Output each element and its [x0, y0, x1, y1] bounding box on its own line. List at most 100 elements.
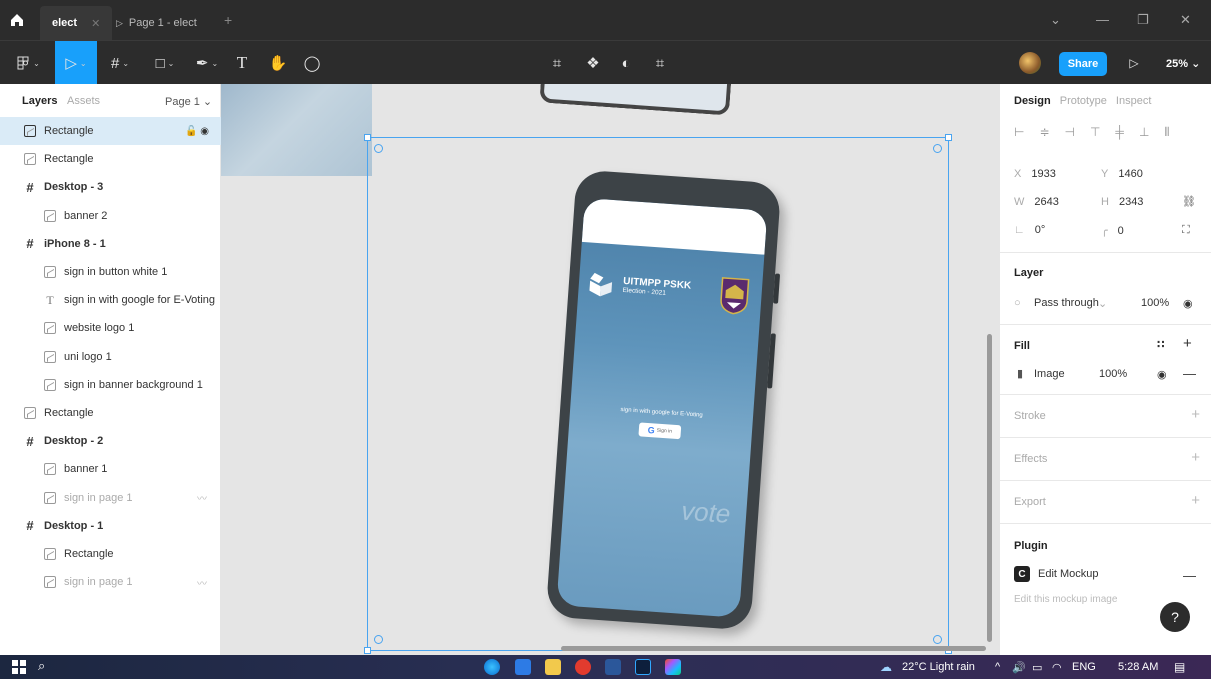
layer-row[interactable]: sign in button white 1: [0, 258, 221, 286]
tab-prototype-page[interactable]: ▷ Page 1 - elect: [104, 6, 209, 40]
align-left-icon[interactable]: ⊢: [1014, 125, 1024, 140]
tab-prototype[interactable]: Prototype: [1060, 95, 1107, 107]
layer-row[interactable]: Rectangle: [0, 399, 221, 427]
resize-handle-top-right[interactable]: [945, 134, 952, 141]
align-bottom-icon[interactable]: ⊥: [1139, 125, 1149, 140]
comment-tool-button[interactable]: ◯: [300, 41, 324, 85]
tab-layers[interactable]: Layers: [22, 95, 57, 107]
layer-row[interactable]: Rectangle: [0, 145, 221, 173]
vertical-scrollbar[interactable]: [987, 334, 992, 642]
resize-handle-bottom-left[interactable]: [364, 647, 371, 654]
minimize-icon[interactable]: —: [1096, 12, 1109, 27]
page-selector[interactable]: Page 1 ⌄: [165, 95, 212, 108]
zoom-dropdown[interactable]: 25% ⌄: [1166, 57, 1200, 70]
search-icon[interactable]: ⌕: [38, 658, 45, 674]
share-button[interactable]: Share: [1059, 52, 1107, 76]
y-position-field[interactable]: Y 1460: [1101, 168, 1143, 180]
distribute-icon[interactable]: ⫴: [1164, 125, 1169, 140]
constrain-proportions-icon[interactable]: ⛓: [1182, 195, 1196, 208]
tab-design[interactable]: Design: [1014, 95, 1051, 107]
layer-row[interactable]: # Desktop - 2: [0, 427, 221, 455]
rotation-field[interactable]: ∟ 0°: [1014, 224, 1045, 236]
add-effect-icon[interactable]: +: [1191, 449, 1200, 466]
fill-opacity[interactable]: 100%: [1099, 368, 1127, 380]
tray-chevron-icon[interactable]: ^: [995, 661, 1000, 673]
layer-row[interactable]: # Desktop - 1: [0, 512, 221, 540]
align-center-vertical-icon[interactable]: ╪: [1115, 125, 1124, 140]
add-stroke-icon[interactable]: +: [1191, 406, 1200, 423]
tab-assets[interactable]: Assets: [67, 95, 100, 107]
horizontal-scrollbar[interactable]: [561, 646, 986, 651]
layer-row[interactable]: sign in page 1 〰: [0, 568, 221, 596]
opera-browser-icon[interactable]: [575, 659, 591, 675]
canvas[interactable]: UITMPP PSKK Election - 2021 sign in with…: [221, 84, 999, 655]
maximize-icon[interactable]: ❐: [1137, 12, 1149, 28]
align-top-icon[interactable]: ⊤: [1090, 125, 1100, 140]
layer-row[interactable]: uni logo 1: [0, 343, 221, 371]
home-icon[interactable]: [10, 13, 24, 27]
main-menu-button[interactable]: ⌄: [8, 41, 48, 85]
pen-tool-button[interactable]: ✒ ⌄: [188, 41, 226, 85]
hidden-layer-icon[interactable]: 〰: [197, 490, 207, 505]
tab-file-elect[interactable]: elect ✕: [40, 6, 113, 40]
clock[interactable]: 5:28 AM: [1118, 661, 1158, 673]
blend-mode-dropdown[interactable]: Pass through: [1034, 297, 1099, 309]
avatar[interactable]: [1019, 52, 1041, 74]
layer-row[interactable]: Rectangle 🔓 ◉: [0, 117, 221, 145]
language-indicator[interactable]: ENG: [1072, 661, 1096, 673]
image-fill-swatch-icon[interactable]: ▮: [1017, 367, 1023, 380]
align-center-horizontal-icon[interactable]: ≑: [1039, 125, 1049, 140]
add-export-icon[interactable]: +: [1191, 492, 1200, 509]
width-field[interactable]: W 2643: [1014, 196, 1059, 208]
move-tool-button[interactable]: ▷ ⌄: [55, 41, 97, 85]
frame-tool-button[interactable]: # ⌄: [101, 41, 139, 85]
photoshop-icon[interactable]: [635, 659, 651, 675]
close-window-icon[interactable]: ✕: [1180, 12, 1191, 28]
resize-handle-top-left[interactable]: [364, 134, 371, 141]
edge-browser-icon[interactable]: [484, 659, 500, 675]
layer-opacity[interactable]: 100%: [1141, 297, 1169, 309]
x-position-field[interactable]: X 1933: [1014, 168, 1056, 180]
style-grid-icon[interactable]: ∷: [1157, 338, 1165, 351]
present-button[interactable]: ▷: [1124, 41, 1144, 85]
layer-row[interactable]: # Desktop - 3: [0, 173, 221, 201]
component-button[interactable]: ❖: [581, 41, 605, 85]
layer-row[interactable]: banner 2: [0, 202, 221, 230]
align-right-icon[interactable]: ⊣: [1065, 125, 1075, 140]
text-tool-button[interactable]: T: [230, 41, 254, 85]
lock-and-visibility-icon[interactable]: 🔓 ◉: [185, 126, 209, 137]
mail-icon[interactable]: [515, 659, 531, 675]
close-tab-icon[interactable]: ✕: [91, 17, 100, 30]
device-mockup-fragment[interactable]: [539, 84, 733, 116]
windows-start-icon[interactable]: [12, 660, 26, 674]
corner-radius-field[interactable]: ╭ 0: [1101, 224, 1124, 237]
hidden-layer-icon[interactable]: 〰: [197, 575, 207, 590]
hand-tool-button[interactable]: ✋: [266, 41, 290, 85]
remove-plugin-icon[interactable]: —: [1183, 568, 1196, 583]
plugin-item-edit-mockup[interactable]: C Edit Mockup: [1014, 566, 1099, 582]
layer-row[interactable]: sign in banner background 1: [0, 371, 221, 399]
volume-icon[interactable]: 🔊: [1012, 661, 1026, 674]
banner-image-fragment[interactable]: [221, 84, 372, 176]
layer-row[interactable]: Tsign in with google for E-Voting: [0, 286, 221, 314]
create-component-button[interactable]: ⌗: [545, 41, 569, 85]
new-tab-icon[interactable]: +: [224, 12, 232, 28]
chevron-down-icon[interactable]: ⌄: [1050, 12, 1061, 28]
eye-icon[interactable]: ◉: [1157, 368, 1167, 381]
figma-app-icon[interactable]: [665, 659, 681, 675]
corner-radius-handle[interactable]: [933, 635, 942, 644]
battery-icon[interactable]: ▭: [1032, 661, 1042, 674]
corner-radius-handle[interactable]: [374, 144, 383, 153]
notification-icon[interactable]: ▤: [1174, 660, 1185, 674]
corner-radius-handle[interactable]: [374, 635, 383, 644]
help-button[interactable]: ?: [1160, 602, 1190, 632]
layer-row[interactable]: # iPhone 8 - 1: [0, 230, 221, 258]
mask-button[interactable]: ◐: [614, 41, 638, 85]
eye-icon[interactable]: ◉: [1183, 297, 1193, 310]
add-fill-icon[interactable]: +: [1183, 335, 1192, 352]
tab-inspect[interactable]: Inspect: [1116, 95, 1151, 107]
file-explorer-icon[interactable]: [545, 659, 561, 675]
remove-fill-icon[interactable]: —: [1183, 366, 1196, 381]
layer-row[interactable]: banner 1: [0, 455, 221, 483]
crop-button[interactable]: ⌗: [648, 41, 672, 85]
